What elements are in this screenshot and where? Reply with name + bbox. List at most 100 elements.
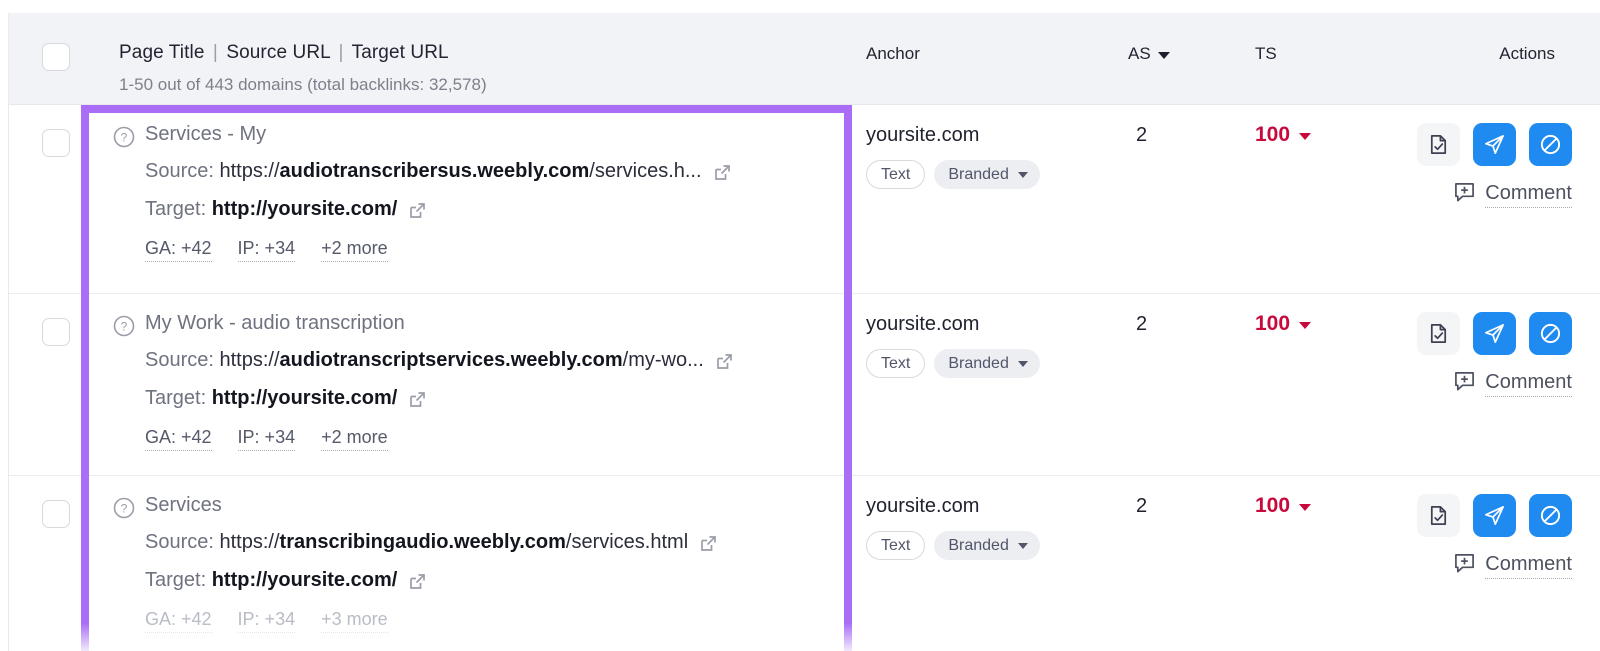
chip-anchor-type[interactable]: Text xyxy=(866,349,926,378)
chip-anchor-category-label: Branded xyxy=(948,354,1009,372)
cell-toxicity-score[interactable]: 100 xyxy=(1255,494,1312,518)
row-metrics: GA: +42 IP: +34 +3 more xyxy=(145,609,388,633)
column-header-ts[interactable]: TS xyxy=(1255,44,1277,64)
source-protocol: https:// xyxy=(219,160,280,182)
table-row: ? Services - My Source: https://audiotra… xyxy=(9,105,1600,294)
cell-authority-score: 2 xyxy=(1136,313,1148,335)
chevron-down-icon xyxy=(1299,322,1312,329)
chip-anchor-category[interactable]: Branded xyxy=(934,160,1040,189)
add-comment-button[interactable]: Comment xyxy=(1372,182,1572,208)
column-header-anchor: Anchor xyxy=(866,44,920,63)
chevron-down-icon xyxy=(1157,51,1170,59)
page-title-text: Services - My xyxy=(145,123,267,145)
action-buttons xyxy=(1372,312,1572,355)
table-row: ? My Work - audio transcription Source: … xyxy=(9,294,1600,476)
help-icon[interactable]: ? xyxy=(113,126,135,148)
target-url: http://yoursite.com/ xyxy=(211,387,398,409)
page-left-gutter xyxy=(0,0,9,651)
cell-toxicity-score[interactable]: 100 xyxy=(1255,312,1312,336)
metric-more[interactable]: +2 more xyxy=(321,238,388,262)
add-comment-button[interactable]: Comment xyxy=(1372,371,1572,397)
select-all-checkbox[interactable] xyxy=(42,43,70,71)
disavow-button[interactable] xyxy=(1529,494,1572,537)
chevron-down-icon xyxy=(1299,504,1312,511)
row-checkbox-wrapper[interactable] xyxy=(42,318,70,346)
metric-ga[interactable]: GA: +42 xyxy=(145,427,212,451)
cell-actions: Comment xyxy=(1372,494,1572,579)
source-url-line: Source: https://audiotranscriptservices.… xyxy=(145,349,734,372)
disavow-button[interactable] xyxy=(1529,312,1572,355)
external-link-icon[interactable] xyxy=(408,572,427,591)
cell-actions: Comment xyxy=(1372,312,1572,397)
metric-ga[interactable]: GA: +42 xyxy=(145,238,212,262)
report-document-button[interactable] xyxy=(1417,123,1460,166)
chip-anchor-category[interactable]: Branded xyxy=(934,531,1040,560)
chip-anchor-type[interactable]: Text xyxy=(866,531,926,560)
select-all-checkbox-wrapper[interactable] xyxy=(42,43,70,71)
anchor-text: yoursite.com xyxy=(866,313,980,335)
source-path: /services.html xyxy=(565,531,689,553)
source-protocol: https:// xyxy=(219,531,280,553)
toxicity-score-value: 100 xyxy=(1255,494,1291,517)
help-icon[interactable]: ? xyxy=(113,315,135,337)
chip-anchor-category-label: Branded xyxy=(948,536,1009,554)
column-header-as[interactable]: AS xyxy=(1128,44,1170,64)
svg-text:?: ? xyxy=(121,319,128,333)
disavow-button[interactable] xyxy=(1529,123,1572,166)
external-link-icon[interactable] xyxy=(715,352,734,371)
column-header-separator-2: | xyxy=(338,42,344,63)
cell-authority-score: 2 xyxy=(1136,124,1148,146)
page-title-text: Services xyxy=(145,494,222,516)
anchor-chips: Text Branded xyxy=(866,349,1040,378)
chip-anchor-category-label: Branded xyxy=(948,165,1009,183)
row-checkbox-wrapper[interactable] xyxy=(42,129,70,157)
source-path: /my-wo... xyxy=(622,349,704,371)
source-domain: audiotranscribersus.weebly.com xyxy=(279,160,590,182)
cell-actions: Comment xyxy=(1372,123,1572,208)
row-checkbox[interactable] xyxy=(42,318,70,346)
metric-ip[interactable]: IP: +34 xyxy=(237,609,296,633)
row-metrics: GA: +42 IP: +34 +2 more xyxy=(145,427,388,451)
comment-plus-icon xyxy=(1454,371,1475,397)
source-label: Source: xyxy=(145,349,214,371)
metric-ga[interactable]: GA: +42 xyxy=(145,609,212,633)
metric-more[interactable]: +2 more xyxy=(321,427,388,451)
comment-label: Comment xyxy=(1485,371,1572,397)
action-buttons xyxy=(1372,494,1572,537)
external-link-icon[interactable] xyxy=(408,390,427,409)
source-label: Source: xyxy=(145,531,214,553)
send-button[interactable] xyxy=(1473,123,1516,166)
target-url-line: Target: http://yoursite.com/ xyxy=(145,387,427,410)
column-header-separator-1: | xyxy=(212,42,218,63)
send-button[interactable] xyxy=(1473,312,1516,355)
external-link-icon[interactable] xyxy=(699,534,718,553)
external-link-icon[interactable] xyxy=(713,163,732,182)
column-header-page-title-label: Page Title xyxy=(119,42,205,63)
results-summary: 1-50 out of 443 domains (total backlinks… xyxy=(119,75,487,94)
column-header-actions: Actions xyxy=(1499,44,1555,63)
source-url-line: Source: https://audiotranscribersus.weeb… xyxy=(145,160,732,183)
source-domain: transcribingaudio.weebly.com xyxy=(279,531,566,553)
comment-plus-icon xyxy=(1454,182,1475,208)
chip-anchor-type[interactable]: Text xyxy=(866,160,926,189)
target-label: Target: xyxy=(145,569,207,591)
metric-ip[interactable]: IP: +34 xyxy=(237,427,296,451)
row-checkbox-wrapper[interactable] xyxy=(42,500,70,528)
chip-anchor-category[interactable]: Branded xyxy=(934,349,1040,378)
add-comment-button[interactable]: Comment xyxy=(1372,553,1572,579)
row-checkbox[interactable] xyxy=(42,500,70,528)
column-header-target-url-label: Target URL xyxy=(351,42,449,63)
help-icon[interactable]: ? xyxy=(113,497,135,519)
metric-ip[interactable]: IP: +34 xyxy=(237,238,296,262)
row-checkbox[interactable] xyxy=(42,129,70,157)
send-button[interactable] xyxy=(1473,494,1516,537)
metric-more[interactable]: +3 more xyxy=(321,609,388,633)
page-title-text: My Work - audio transcription xyxy=(145,312,405,334)
external-link-icon[interactable] xyxy=(408,201,427,220)
report-document-button[interactable] xyxy=(1417,312,1460,355)
cell-toxicity-score[interactable]: 100 xyxy=(1255,123,1312,147)
backlinks-table: Page Title | Source URL | Target URL 1-5… xyxy=(9,0,1600,651)
source-label: Source: xyxy=(145,160,214,182)
report-document-button[interactable] xyxy=(1417,494,1460,537)
anchor-chips: Text Branded xyxy=(866,531,1040,560)
